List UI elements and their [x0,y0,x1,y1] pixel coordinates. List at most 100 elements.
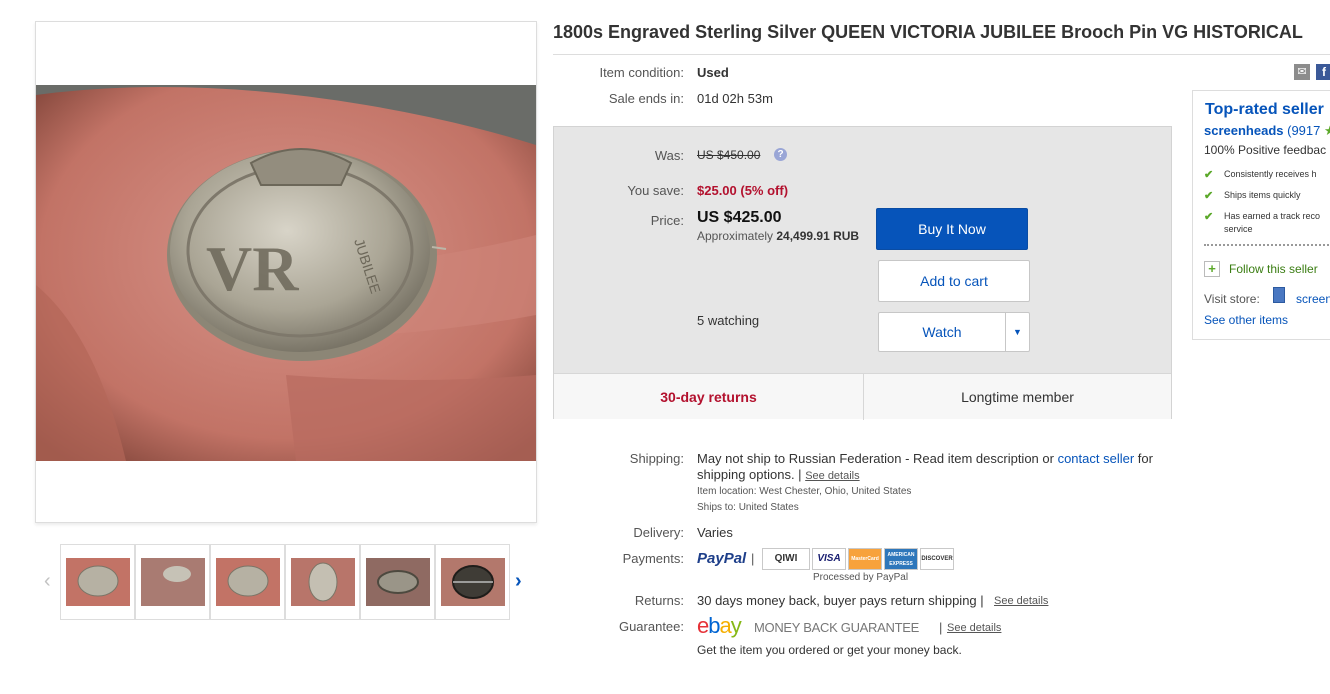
longtime-member-badge: Longtime member [961,389,1074,405]
thumbnail-next-arrow[interactable]: › [515,570,522,593]
thumbnail-3[interactable] [210,544,285,620]
sale-ends-value: 01d 02h 53m [697,91,773,106]
approx-price: Approximately 24,499.91 RUB [697,229,859,243]
thumbnail-image [441,558,505,606]
price-panel: 30-day returns Longtime member [553,126,1172,420]
seller-card: Top-rated seller screenheads (9917 ★ 100… [1192,90,1330,340]
shipping-text: May not ship to Russian Federation - Rea… [697,451,1167,484]
thumbnail-image [141,558,205,606]
ebay-logo-b: b [708,613,720,638]
ebay-logo: ebay [697,613,742,639]
title-divider [553,54,1330,55]
approx-value: 24,499.91 RUB [776,229,860,243]
follow-seller-link[interactable]: Follow this seller [1229,262,1318,276]
seller-name-link[interactable]: screenheads [1204,123,1284,138]
returns-value: 30 days money back, buyer pays return sh… [697,593,984,608]
visit-store-label: Visit store: [1204,292,1260,306]
thumbnail-6[interactable] [435,544,510,620]
top-rated-seller-heading: Top-rated seller [1205,101,1324,118]
ebay-logo-e: e [697,613,709,638]
guarantee-see-details-link[interactable]: See details [947,622,1001,634]
seller-perk-1: Consistently receives h [1224,169,1317,179]
watch-button[interactable]: Watch ▼ [878,312,1030,352]
shipping-text-3: shipping options. | [697,467,802,482]
thumbnail-image [366,558,430,606]
seller-name-row: screenheads (9917 ★ [1204,123,1330,139]
guarantee-separator: | [939,620,943,635]
store-name-link[interactable]: screen [1296,292,1330,306]
watch-label: Watch [922,324,962,340]
ebay-logo-a: a [719,613,732,638]
seller-perk-3: Has earned a track reco [1224,211,1321,221]
shipping-see-details-link[interactable]: See details [805,470,859,482]
thumbnail-2[interactable] [135,544,210,620]
amex-logo: AMERICAN EXPRESS [884,548,918,570]
add-to-cart-button[interactable]: Add to cart [878,260,1030,302]
watch-dropdown-icon[interactable]: ▼ [1006,313,1029,351]
delivery-label: Delivery: [633,525,684,540]
thumbnail-strip [60,544,512,620]
thumbnail-5[interactable] [360,544,435,620]
see-other-items-link[interactable]: See other items [1204,313,1288,327]
positive-feedback: 100% Positive feedbac [1204,143,1327,157]
checkmark-icon: ✔ [1204,211,1214,223]
approx-prefix: Approximately [697,229,774,243]
ships-to-value: United States [738,502,799,513]
email-share-icon[interactable]: ✉ [1294,64,1310,80]
discover-logo: DISCOVER [920,548,954,570]
thumbnail-image [216,558,280,606]
buy-it-now-button[interactable]: Buy It Now [876,208,1028,250]
item-location: Item location: West Chester, Ohio, Unite… [697,486,911,497]
price-value: US $425.00 [697,209,782,226]
price-panel-footer: 30-day returns Longtime member [554,373,1171,420]
contact-seller-link[interactable]: contact seller [1058,451,1135,466]
returns-label: Returns: [634,593,684,608]
ebay-logo-y: y [730,613,742,638]
item-location-label: Item location: [697,486,757,497]
returns-badge: 30-day returns [660,389,757,405]
store-icon [1273,287,1285,303]
seller-feedback-score[interactable]: (9917 [1287,123,1320,138]
ships-to-label: Ships to: [697,502,736,513]
thumbnail-prev-arrow[interactable]: ‹ [44,570,51,593]
condition-value: Used [697,65,729,80]
processed-by-paypal: Processed by PayPal [813,572,909,583]
you-save-label: You save: [627,183,684,198]
shipping-text-2: for [1137,451,1153,466]
thumbnail-4[interactable] [285,544,360,620]
checkmark-icon: ✔ [1204,169,1214,181]
seller-divider [1204,244,1330,246]
guarantee-note: Get the item you ordered or get your mon… [697,643,962,657]
shipping-label: Shipping: [629,451,684,466]
facebook-share-icon[interactable]: f [1316,64,1330,80]
thumbnail-image [66,558,130,606]
payments-label: Payments: [622,551,684,566]
main-product-photo[interactable]: VR JUBILEE [36,85,536,461]
item-location-value: West Chester, Ohio, United States [759,486,912,497]
sale-ends-label: Sale ends in: [608,91,684,106]
condition-label: Item condition: [599,65,684,80]
qiwi-logo: QIWI [762,548,810,570]
help-icon[interactable]: ? [774,148,787,161]
follow-plus-icon[interactable]: + [1204,261,1220,277]
paypal-logo: PayPal [697,550,747,567]
guarantee-label: Guarantee: [618,619,684,634]
mastercard-logo: MasterCard [848,548,882,570]
shipping-text-1: May not ship to Russian Federation - Rea… [697,451,1054,466]
seller-perk-2: Ships items quickly [1224,190,1301,200]
payment-logos: QIWI VISA MasterCard AMERICAN EXPRESS DI… [762,548,954,570]
seller-star-icon: ★ [1324,123,1330,138]
thumbnail-image [291,558,355,606]
payments-separator: | [751,551,755,566]
was-label: Was: [654,148,684,163]
was-price: US $450.00 [697,148,761,162]
money-back-guarantee: MONEY BACK GUARANTEE [754,620,919,635]
thumbnail-1[interactable] [60,544,135,620]
returns-see-details-link[interactable]: See details [994,595,1048,607]
main-image-frame[interactable]: VR JUBILEE [35,21,537,523]
item-title: 1800s Engraved Sterling Silver QUEEN VIC… [553,22,1303,42]
svg-text:VR: VR [206,233,299,304]
you-save-value: $25.00 (5% off) [697,183,789,198]
seller-perk-3-cont: service [1224,224,1253,234]
ships-to: Ships to: United States [697,502,799,513]
